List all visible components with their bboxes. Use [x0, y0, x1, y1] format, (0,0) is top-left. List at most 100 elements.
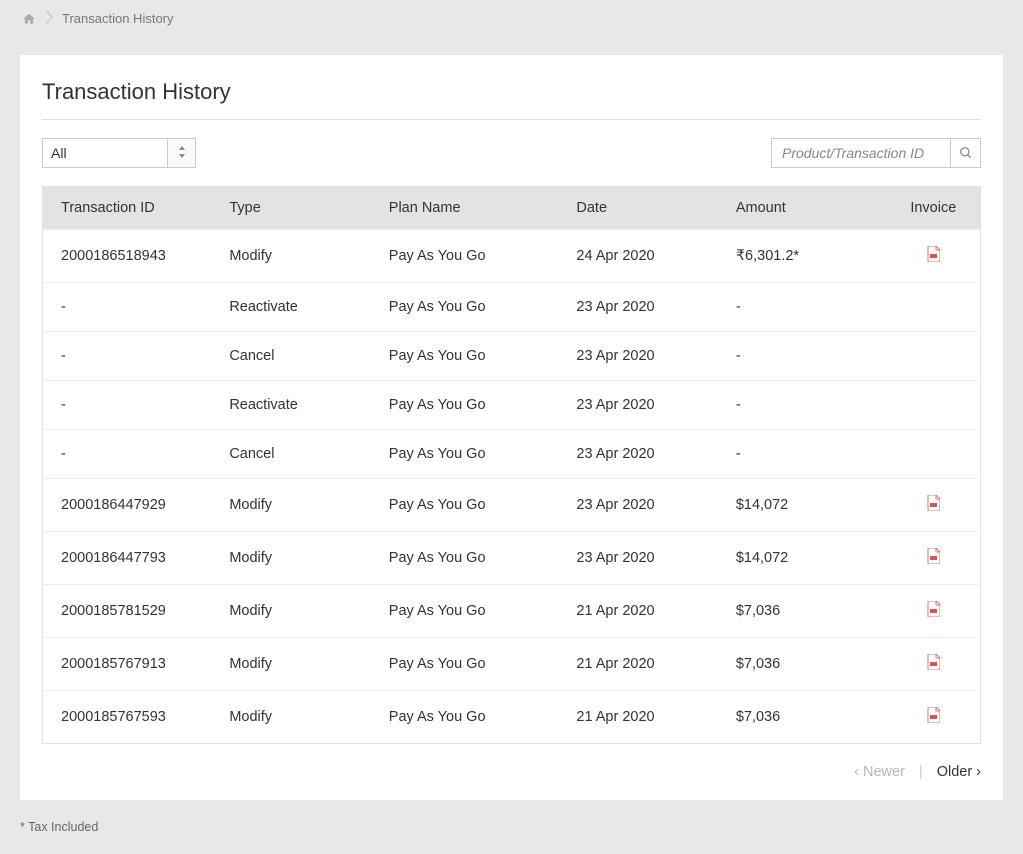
- cell-id: 2000186518943: [43, 230, 212, 283]
- cell-amount: -: [718, 430, 887, 479]
- table-row: -ReactivatePay As You Go23 Apr 2020-: [43, 381, 981, 430]
- pdf-icon[interactable]: [927, 654, 940, 670]
- table-row: 2000186518943ModifyPay As You Go24 Apr 2…: [43, 230, 981, 283]
- cell-plan: Pay As You Go: [371, 430, 559, 479]
- pdf-icon[interactable]: [927, 246, 940, 262]
- cell-amount: $14,072: [718, 479, 887, 532]
- cell-type: Modify: [211, 691, 370, 744]
- cell-invoice: [887, 691, 981, 744]
- cell-invoice: [887, 332, 981, 381]
- cell-type: Reactivate: [211, 381, 370, 430]
- cell-id: 2000185767593: [43, 691, 212, 744]
- table-row: -ReactivatePay As You Go23 Apr 2020-: [43, 283, 981, 332]
- pager-older[interactable]: Older ›: [937, 764, 981, 780]
- table-header-row: Transaction ID Type Plan Name Date Amoun…: [43, 187, 981, 230]
- transactions-table: Transaction ID Type Plan Name Date Amoun…: [42, 186, 981, 744]
- col-header-type: Type: [211, 187, 370, 230]
- pager-newer-label: Newer: [863, 764, 905, 780]
- cell-date: 23 Apr 2020: [558, 532, 717, 585]
- cell-date: 23 Apr 2020: [558, 479, 717, 532]
- transactions-panel: Transaction History All Transa: [20, 55, 1003, 800]
- chevron-right-icon: ›: [976, 764, 981, 780]
- divider: [42, 119, 981, 120]
- pager-separator: |: [919, 764, 923, 780]
- pdf-icon[interactable]: [927, 548, 940, 564]
- pager: ‹ Newer | Older ›: [42, 744, 981, 780]
- cell-amount: $7,036: [718, 638, 887, 691]
- cell-type: Modify: [211, 532, 370, 585]
- cell-date: 23 Apr 2020: [558, 381, 717, 430]
- cell-id: -: [43, 332, 212, 381]
- col-header-id: Transaction ID: [43, 187, 212, 230]
- cell-date: 21 Apr 2020: [558, 585, 717, 638]
- cell-id: 2000185767913: [43, 638, 212, 691]
- cell-invoice: [887, 381, 981, 430]
- cell-id: -: [43, 430, 212, 479]
- cell-type: Modify: [211, 230, 370, 283]
- cell-type: Modify: [211, 479, 370, 532]
- home-icon: [22, 12, 36, 26]
- cell-invoice: [887, 638, 981, 691]
- cell-amount: -: [718, 332, 887, 381]
- cell-plan: Pay As You Go: [371, 585, 559, 638]
- cell-amount: ₹6,301.2*: [718, 230, 887, 283]
- filter-select[interactable]: All: [42, 138, 168, 168]
- cell-invoice: [887, 430, 981, 479]
- pdf-icon[interactable]: [927, 601, 940, 617]
- cell-amount: -: [718, 381, 887, 430]
- cell-type: Reactivate: [211, 283, 370, 332]
- breadcrumb-home[interactable]: [22, 12, 36, 26]
- controls-bar: All: [42, 138, 981, 168]
- cell-invoice: [887, 283, 981, 332]
- cell-invoice: [887, 585, 981, 638]
- cell-type: Modify: [211, 638, 370, 691]
- filter-sort-button[interactable]: [168, 138, 196, 168]
- cell-date: 23 Apr 2020: [558, 332, 717, 381]
- cell-plan: Pay As You Go: [371, 638, 559, 691]
- table-row: 2000185767593ModifyPay As You Go21 Apr 2…: [43, 691, 981, 744]
- search-input[interactable]: [771, 138, 951, 168]
- pager-older-label: Older: [937, 764, 972, 780]
- cell-plan: Pay As You Go: [371, 332, 559, 381]
- cell-type: Modify: [211, 585, 370, 638]
- cell-date: 23 Apr 2020: [558, 283, 717, 332]
- cell-amount: $7,036: [718, 585, 887, 638]
- cell-id: -: [43, 381, 212, 430]
- cell-amount: $14,072: [718, 532, 887, 585]
- sort-icon: [178, 146, 186, 161]
- table-row: 2000185781529ModifyPay As You Go21 Apr 2…: [43, 585, 981, 638]
- col-header-date: Date: [558, 187, 717, 230]
- breadcrumb: Transaction History: [0, 0, 1023, 37]
- filter-select-wrap: All: [42, 138, 196, 168]
- search-button[interactable]: [951, 138, 981, 168]
- cell-plan: Pay As You Go: [371, 691, 559, 744]
- cell-id: 2000186447929: [43, 479, 212, 532]
- col-header-invoice: Invoice: [887, 187, 981, 230]
- cell-date: 23 Apr 2020: [558, 430, 717, 479]
- pdf-icon[interactable]: [927, 495, 940, 511]
- chevron-left-icon: ‹: [854, 764, 859, 780]
- cell-invoice: [887, 479, 981, 532]
- cell-id: 2000185781529: [43, 585, 212, 638]
- cell-id: 2000186447793: [43, 532, 212, 585]
- pager-newer: ‹ Newer: [854, 764, 905, 780]
- cell-type: Cancel: [211, 332, 370, 381]
- cell-amount: -: [718, 283, 887, 332]
- cell-plan: Pay As You Go: [371, 381, 559, 430]
- cell-plan: Pay As You Go: [371, 230, 559, 283]
- table-row: 2000185767913ModifyPay As You Go21 Apr 2…: [43, 638, 981, 691]
- cell-plan: Pay As You Go: [371, 479, 559, 532]
- pdf-icon[interactable]: [927, 707, 940, 723]
- page-title: Transaction History: [42, 79, 981, 105]
- table-row: 2000186447793ModifyPay As You Go23 Apr 2…: [43, 532, 981, 585]
- cell-plan: Pay As You Go: [371, 283, 559, 332]
- cell-invoice: [887, 230, 981, 283]
- breadcrumb-separator-icon: [44, 10, 54, 27]
- cell-amount: $7,036: [718, 691, 887, 744]
- table-row: -CancelPay As You Go23 Apr 2020-: [43, 332, 981, 381]
- table-row: -CancelPay As You Go23 Apr 2020-: [43, 430, 981, 479]
- cell-date: 21 Apr 2020: [558, 638, 717, 691]
- breadcrumb-current: Transaction History: [62, 11, 174, 26]
- search-wrap: [771, 138, 981, 168]
- cell-date: 21 Apr 2020: [558, 691, 717, 744]
